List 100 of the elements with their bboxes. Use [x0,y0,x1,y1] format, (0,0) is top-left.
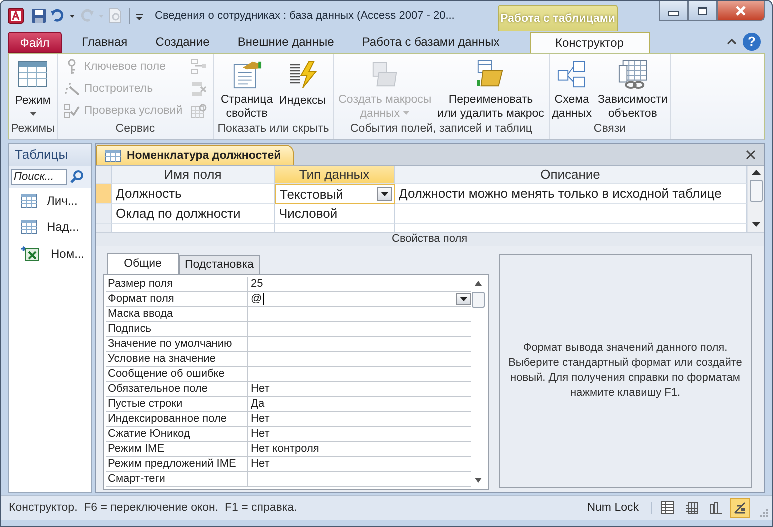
navigation-item[interactable]: Ном... [9,240,91,268]
property-tab[interactable]: Подстановка [179,255,260,274]
property-value[interactable]: 25 [248,277,471,291]
property-sheet-icon [231,59,264,90]
close-button[interactable] [717,1,765,21]
scroll-down-icon[interactable] [475,478,482,483]
search-field[interactable]: Поиск... [11,169,67,185]
minimize-icon [668,11,679,16]
navigation-item[interactable]: Над... [9,214,91,240]
app-icon [8,8,24,24]
close-icon[interactable] [746,150,756,160]
property-label: Обязательное поле [106,382,248,396]
property-label: Сообщение об ошибке [106,367,248,381]
ribbon-tab[interactable]: Работа с базами данных [348,32,514,53]
status-text: Конструктор. F6 = переключение окон. F1 = справка. [9,502,298,514]
property-value[interactable]: Да [248,397,471,411]
scroll-down-icon[interactable] [752,222,760,228]
table-icon [21,194,37,208]
dropdown-button[interactable] [456,293,471,305]
property-value[interactable]: Нет [248,412,471,426]
context-tab-header: Работа с таблицами [498,5,618,31]
maximize-icon [698,6,707,14]
table-icon [21,220,37,234]
navigation-pane-header[interactable]: Таблицы [9,144,91,166]
scroll-up-icon[interactable] [752,170,760,176]
ribbon-group-label: Сервис [114,123,156,137]
property-label: Размер поля [106,277,248,291]
property-label: Значение по умолчанию [106,337,248,351]
caret-icon [460,296,468,302]
property-label: Индексированное поле [106,412,248,426]
ribbon-tab[interactable]: Создание [142,32,224,53]
dropdown-button[interactable] [377,187,392,201]
linked-tables-icon [616,59,649,90]
ribbon-group-label: События полей, записей и таблиц [350,123,534,137]
table-cell: Оклад по должности [112,204,275,224]
table-cell[interactable]: Числовой [275,204,395,224]
view-button[interactable] [730,498,750,518]
property-label: Подпись [106,322,248,336]
ribbon-button[interactable]: Страница свойств [218,56,276,122]
ribbon-button[interactable]: Схема данных [550,56,594,122]
pivot-table-icon [685,501,699,515]
property-label: Условие на значение [106,352,248,366]
document-tab[interactable]: Номенклатура должностей [96,145,294,165]
scroll-thumb[interactable] [472,292,485,308]
resize-grip[interactable] [758,507,768,517]
ribbon-tab[interactable]: Конструктор [530,32,650,53]
close-icon [735,6,747,16]
scroll-up-icon[interactable] [475,281,482,286]
ribbon-button[interactable]: Зависимости объектов [596,56,670,122]
pivot-chart-icon [709,501,723,515]
table-icon [105,150,121,162]
ribbon-button[interactable]: Режим [13,56,53,122]
navigation-item[interactable]: Лич... [9,188,91,214]
property-label: Режим предложений IME [106,457,248,471]
table-cell: Должности можно менять только в исходной таблице [395,184,747,204]
undo-icon[interactable] [50,8,66,24]
property-value[interactable]: Нет [248,427,471,441]
ribbon-group-label: Связи [592,123,628,137]
checklist-icon [64,103,80,119]
property-value[interactable]: Нет контроля [248,442,471,456]
linked-spreadsheet-icon [21,246,41,262]
ribbon-button[interactable]: Индексы [277,56,328,122]
caret-icon [380,192,388,196]
property-value[interactable]: Нет [248,382,471,396]
ribbon-button[interactable]: Переименовать или удалить макрос [436,56,546,122]
column-header[interactable]: Имя поля [112,166,275,184]
property-label: Смарт-теги [106,472,248,486]
property-value[interactable]: Нет [248,457,471,471]
section-title: Свойства поля [392,233,468,245]
property-label: Пустые строки [106,397,248,411]
property-label: Сжатие Юникод [106,427,248,441]
ribbon-tab[interactable]: Главная [68,32,142,53]
ribbon-group-label: Режимы [10,123,56,137]
ribbon-tab[interactable]: Файл [8,32,62,53]
table-search-icon [190,103,207,119]
column-header[interactable]: Описание [395,166,747,184]
ribbon-group-label: Показать или скрыть [216,123,330,137]
insert-rows-icon [190,59,207,75]
num-lock-indicator: Num Lock [575,502,652,514]
window-title: Сведения о сотрудниках : база данных (Access 2007 - 20... [155,10,455,22]
property-tab[interactable]: Общие [107,253,179,274]
help-button[interactable]: ? [743,33,761,51]
sheet-view-icon [661,501,675,515]
wand-icon [64,81,80,97]
property-value[interactable]: @ [248,292,471,306]
ribbon-tab[interactable]: Внешние данные [224,32,348,53]
search-icon[interactable] [70,170,84,184]
save-icon[interactable] [31,8,47,24]
collapse-ribbon-icon[interactable] [727,38,737,46]
property-label: Режим IME [106,442,248,456]
design-view-icon [733,501,747,515]
property-label: Маска ввода [106,307,248,321]
table-cell[interactable]: Текстовый [275,184,395,204]
minimize-button[interactable] [659,1,688,21]
column-header[interactable]: Тип данных [275,166,395,184]
property-label: Формат поля [106,292,248,306]
help-text: Формат вывода значений данного поля. Выберите стандартный формат или создайте новый. Для получения справки по форматам нажмите клавишу F1. [508,341,744,401]
scrollbar[interactable] [747,166,764,232]
maximize-button[interactable] [688,1,717,21]
scroll-thumb[interactable] [750,180,762,202]
